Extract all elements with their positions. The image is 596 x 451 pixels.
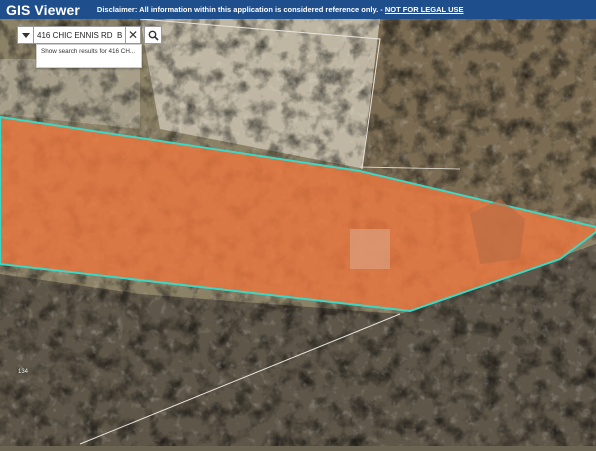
dropdown-icon <box>21 32 30 38</box>
search-bar: ✕ <box>17 26 162 44</box>
search-icon <box>148 30 159 41</box>
app-title: GIS Viewer <box>6 1 80 18</box>
map-view[interactable]: 134 <box>0 18 596 446</box>
app-header: GIS Viewer Disclaimer: All information w… <box>0 0 596 19</box>
search-button[interactable] <box>144 26 162 44</box>
aerial-imagery <box>0 18 596 446</box>
search-input[interactable] <box>34 26 126 44</box>
search-suggestion[interactable]: Show search results for 416 CH... <box>36 44 142 68</box>
clear-icon: ✕ <box>127 28 139 42</box>
legal-link[interactable]: NOT FOR LEGAL USE <box>385 5 464 14</box>
clear-button[interactable]: ✕ <box>126 26 141 44</box>
disclaimer-text: Disclaimer: All information within this … <box>96 5 385 14</box>
search-source-dropdown[interactable] <box>17 26 34 44</box>
disclaimer: Disclaimer: All information within this … <box>97 5 464 14</box>
parcel-number-label: 134 <box>18 369 29 375</box>
